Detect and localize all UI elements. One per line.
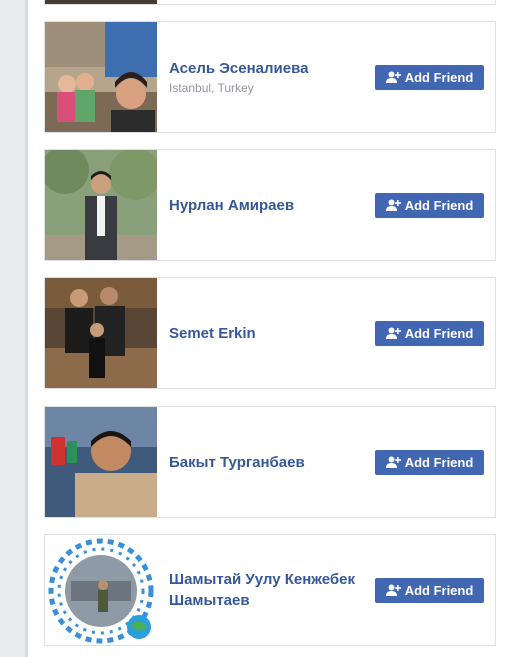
person-name[interactable]: Шамытай Уулу Кенжебек Шамытаев xyxy=(169,569,355,611)
add-friend-icon xyxy=(385,71,401,83)
add-friend-label: Add Friend xyxy=(404,583,474,598)
add-friend-button[interactable]: Add Friend xyxy=(375,65,484,90)
add-friend-icon xyxy=(385,327,401,339)
profile-photo[interactable] xyxy=(45,150,157,260)
add-friend-button[interactable]: Add Friend xyxy=(375,193,484,218)
profile-photo[interactable] xyxy=(45,22,157,132)
person-name[interactable]: Нурлан Амираев xyxy=(169,195,355,216)
profile-photo[interactable] xyxy=(45,407,157,517)
add-friend-label: Add Friend xyxy=(404,455,474,470)
person-card: Нурлан Амираев Add Friend xyxy=(44,149,496,261)
profile-photo[interactable] xyxy=(45,535,157,645)
person-card: Бакыт Турганбаев Add Friend xyxy=(44,406,496,518)
partial-card xyxy=(44,0,496,5)
add-friend-label: Add Friend xyxy=(404,326,474,341)
person-location: Istanbul, Turkey xyxy=(169,81,254,95)
add-friend-label: Add Friend xyxy=(404,198,474,213)
add-friend-icon xyxy=(385,199,401,211)
profile-photo[interactable] xyxy=(45,0,157,4)
person-card: Semet Erkin Add Friend xyxy=(44,277,496,389)
person-name[interactable]: Бакыт Турганбаев xyxy=(169,452,355,473)
person-name[interactable]: Semet Erkin xyxy=(169,323,355,344)
add-friend-button[interactable]: Add Friend xyxy=(375,450,484,475)
profile-photo[interactable] xyxy=(45,278,157,388)
add-friend-icon xyxy=(385,584,401,596)
add-friend-label: Add Friend xyxy=(404,70,474,85)
person-card: Асель Эсеналиева Istanbul, Turkey Add Fr… xyxy=(44,21,496,133)
person-name[interactable]: Асель Эсеналиева xyxy=(169,58,355,79)
person-card: Шамытай Уулу Кенжебек Шамытаев Add Frien… xyxy=(44,534,496,646)
add-friend-button[interactable]: Add Friend xyxy=(375,578,484,603)
people-list: Асель Эсеналиева Istanbul, Turkey Add Fr… xyxy=(28,0,508,657)
add-friend-button[interactable]: Add Friend xyxy=(375,321,484,346)
left-rail xyxy=(0,0,25,657)
add-friend-icon xyxy=(385,456,401,468)
